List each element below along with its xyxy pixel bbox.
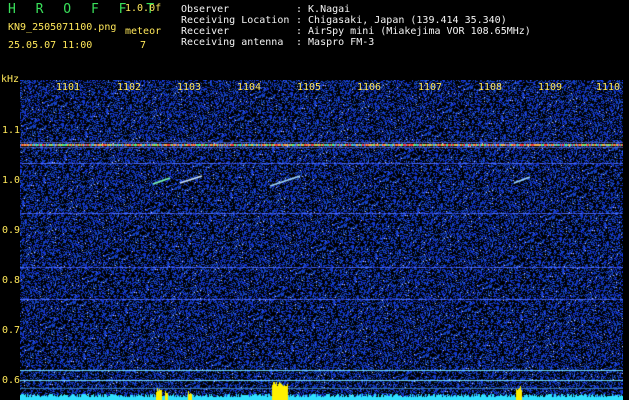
location-label: Receiving Location — [181, 15, 290, 26]
location-value: : Chigasaki, Japan (139.414 35.340) — [296, 15, 507, 26]
x-tick-label: 1106 — [357, 82, 382, 93]
antenna-value: : Maspro FM-3 — [296, 37, 375, 48]
x-tick-label: 1101 — [56, 82, 81, 93]
datetime-label: 25.05.07 11:00 — [8, 40, 93, 51]
y-tick-label: 0.7 — [2, 325, 21, 336]
x-tick-label: 1104 — [237, 82, 262, 93]
meteor-label: meteor — [125, 26, 162, 37]
x-tick-label: 1109 — [538, 82, 563, 93]
version-label: 1.0.0f — [125, 3, 162, 14]
y-tick-label: 0.9 — [2, 225, 21, 236]
y-axis-unit: kHz — [1, 74, 20, 85]
x-tick-label: 1105 — [297, 82, 322, 93]
y-tick-label: 1.0 — [2, 175, 21, 186]
x-tick-label: 1107 — [418, 82, 443, 93]
x-tick-label: 1110 — [596, 82, 621, 93]
x-tick-label: 1108 — [478, 82, 503, 93]
receiver-value: : AirSpy mini (Miakejima VOR 108.65MHz) — [296, 26, 531, 37]
meteor-count: 7 — [140, 40, 147, 51]
y-tick-label: 0.6 — [2, 375, 21, 386]
observer-value: : K.Nagai — [296, 4, 351, 15]
spectrogram-plot — [20, 80, 623, 400]
x-tick-label: 1103 — [177, 82, 202, 93]
observer-label: Observer — [181, 4, 230, 15]
y-tick-label: 0.8 — [2, 275, 21, 286]
filename-label: KN9_2505071100.png — [8, 22, 117, 33]
x-tick-label: 1102 — [117, 82, 142, 93]
y-tick-label: 1.1 — [2, 125, 21, 136]
receiver-label: Receiver — [181, 26, 230, 37]
hrofft-window: H R O F F T 1.0.0f KN9_2505071100.png me… — [0, 0, 629, 400]
antenna-label: Receiving antenna — [181, 37, 284, 48]
